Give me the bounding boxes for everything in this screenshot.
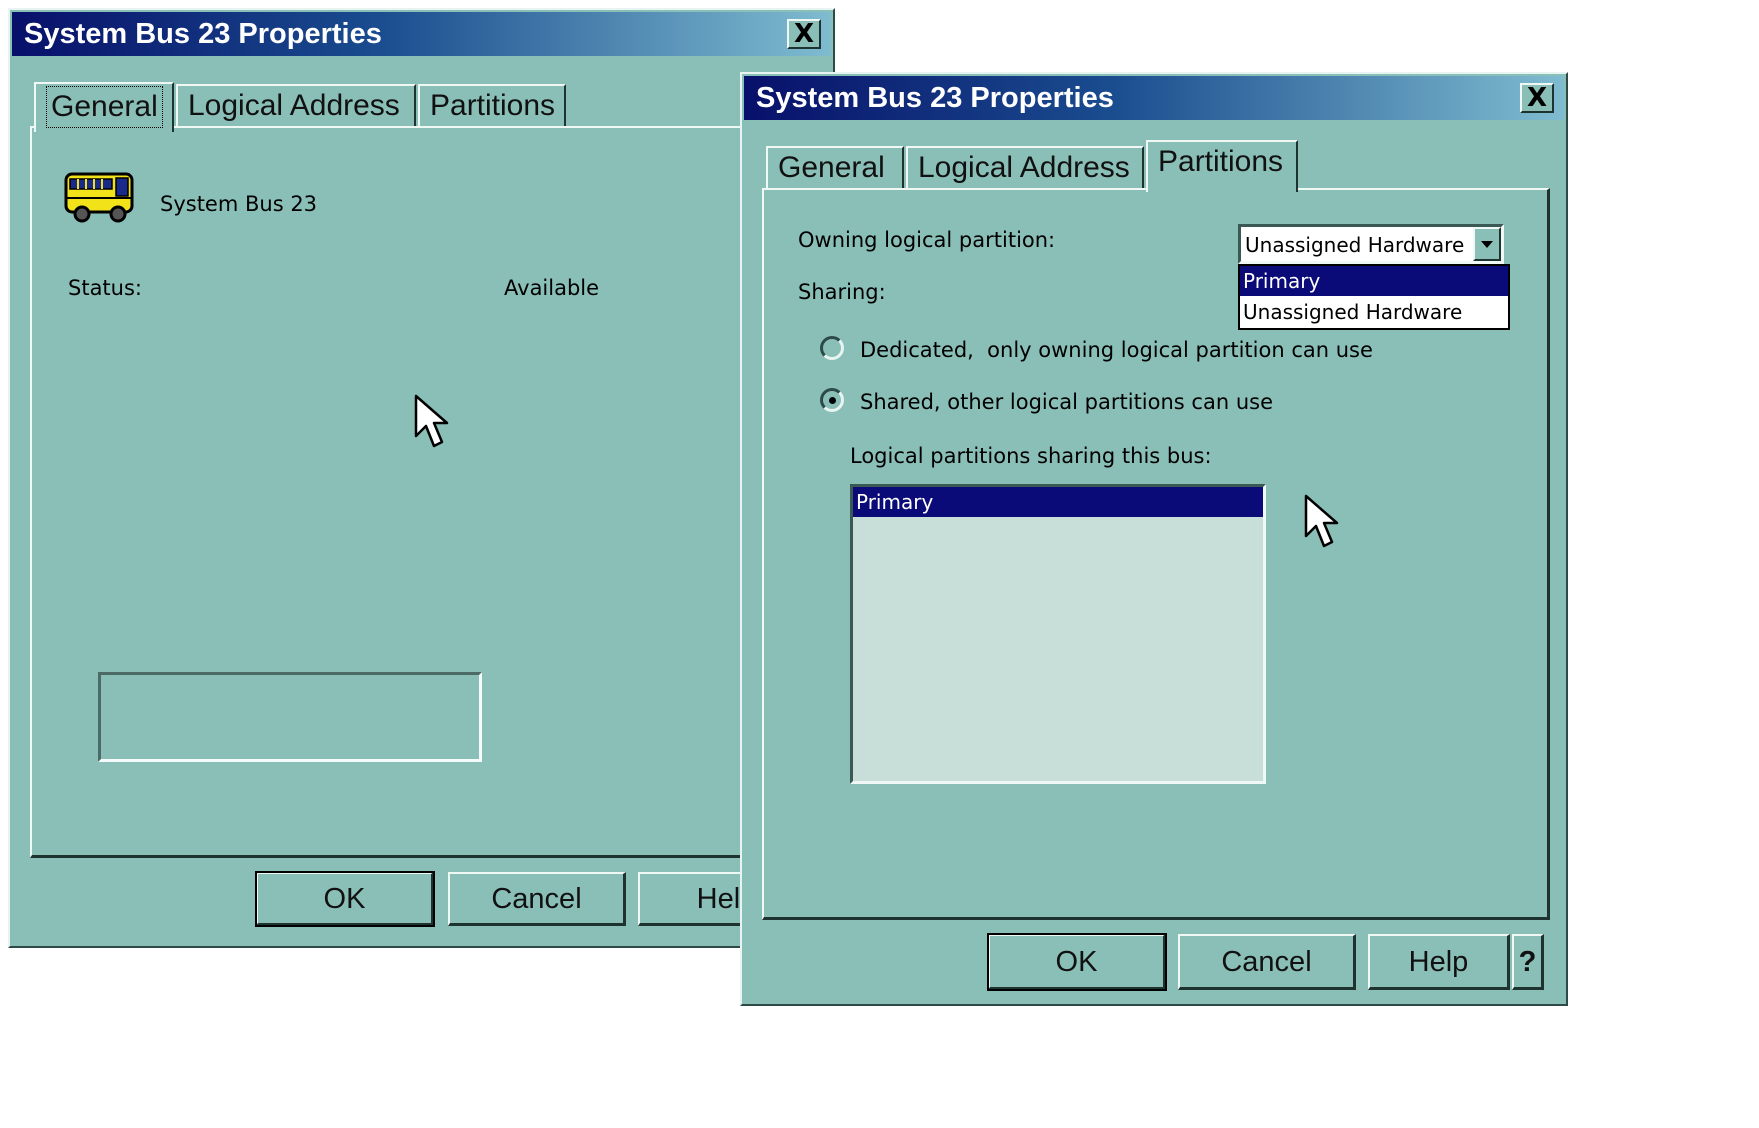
empty-info-box <box>98 672 482 762</box>
close-button[interactable]: X <box>787 19 821 49</box>
owning-partition-value: Unassigned Hardware <box>1245 233 1465 257</box>
close-icon: X <box>793 19 815 49</box>
context-help-button[interactable]: ? <box>1512 934 1544 990</box>
ok-button[interactable]: OK <box>255 871 435 927</box>
tab-logical-address[interactable]: Logical Address <box>906 146 1144 190</box>
help-button[interactable]: Help <box>1368 934 1510 990</box>
dialog-titlebar[interactable]: System Bus 23 Properties <box>744 76 1564 120</box>
tab-logical-address-label: Logical Address <box>918 151 1130 184</box>
tab-partitions-label: Partitions <box>1158 145 1284 178</box>
question-icon: ? <box>1518 946 1537 978</box>
tab-panel-general: System Bus 23 Status: Available <box>30 126 850 858</box>
cancel-button-label: Cancel <box>1221 946 1312 978</box>
mouse-cursor <box>1304 494 1339 548</box>
owning-partition-select[interactable]: Unassigned Hardware <box>1238 224 1504 264</box>
bus-icon <box>64 172 134 223</box>
radio-shared-label[interactable]: Shared, other logical partitions can use <box>860 390 1273 414</box>
properties-dialog-general: System Bus 23 Properties X General Logic… <box>8 8 850 948</box>
radio-selected-dot <box>829 397 836 404</box>
dropdown-option-label: Primary <box>1243 269 1321 293</box>
radio-shared[interactable] <box>820 388 844 412</box>
mouse-cursor <box>414 394 449 448</box>
list-item-label: Primary <box>856 490 934 514</box>
cancel-button[interactable]: Cancel <box>1178 934 1356 990</box>
tab-panel-partitions: Owning logical partition: Unassigned Har… <box>762 188 1550 920</box>
status-value: Available <box>504 276 600 300</box>
tab-logical-address-label: Logical Address <box>188 89 400 122</box>
tab-general[interactable]: General <box>766 146 904 190</box>
sharing-partitions-listbox[interactable]: Primary <box>850 484 1266 784</box>
tab-partitions[interactable]: Partitions <box>418 84 566 128</box>
sharing-list-label: Logical partitions sharing this bus: <box>850 444 1212 468</box>
dropdown-list: Primary Unassigned Hardware <box>1238 264 1510 330</box>
tab-logical-address[interactable]: Logical Address <box>176 84 416 128</box>
cancel-button-label: Cancel <box>491 883 582 915</box>
dropdown-option-label: Unassigned Hardware <box>1243 300 1463 324</box>
status-label: Status: <box>68 276 142 300</box>
tab-partitions-label: Partitions <box>430 89 556 122</box>
radio-dedicated-label[interactable]: Dedicated, only owning logical partition… <box>860 338 1373 362</box>
chevron-down-icon <box>1481 241 1493 248</box>
ok-button-label: OK <box>323 883 366 915</box>
tab-partitions[interactable]: Partitions <box>1146 140 1298 192</box>
ok-button[interactable]: OK <box>987 933 1167 991</box>
dropdown-arrow-button[interactable] <box>1473 227 1501 261</box>
tab-general[interactable]: General <box>34 82 174 132</box>
device-name: System Bus 23 <box>160 192 318 216</box>
close-icon: X <box>1526 83 1548 113</box>
dropdown-option-unassigned[interactable]: Unassigned Hardware <box>1240 296 1508 328</box>
dialog-title: System Bus 23 Properties <box>24 18 382 50</box>
sharing-label: Sharing: <box>798 280 886 304</box>
close-button[interactable]: X <box>1520 83 1554 113</box>
ok-button-label: OK <box>1055 946 1098 978</box>
tab-general-label: General <box>46 86 163 128</box>
list-item[interactable]: Primary <box>853 487 1263 517</box>
dialog-titlebar[interactable]: System Bus 23 Properties <box>12 12 831 56</box>
radio-dedicated[interactable] <box>820 336 844 360</box>
cancel-button[interactable]: Cancel <box>448 872 626 926</box>
properties-dialog-partitions: System Bus 23 Properties X General Logic… <box>740 72 1568 1006</box>
dialog-title: System Bus 23 Properties <box>756 82 1114 114</box>
help-button-label: Help <box>1408 946 1469 978</box>
dropdown-option-primary[interactable]: Primary <box>1240 266 1508 296</box>
owning-partition-label: Owning logical partition: <box>798 228 1056 252</box>
tab-general-label: General <box>778 151 885 184</box>
